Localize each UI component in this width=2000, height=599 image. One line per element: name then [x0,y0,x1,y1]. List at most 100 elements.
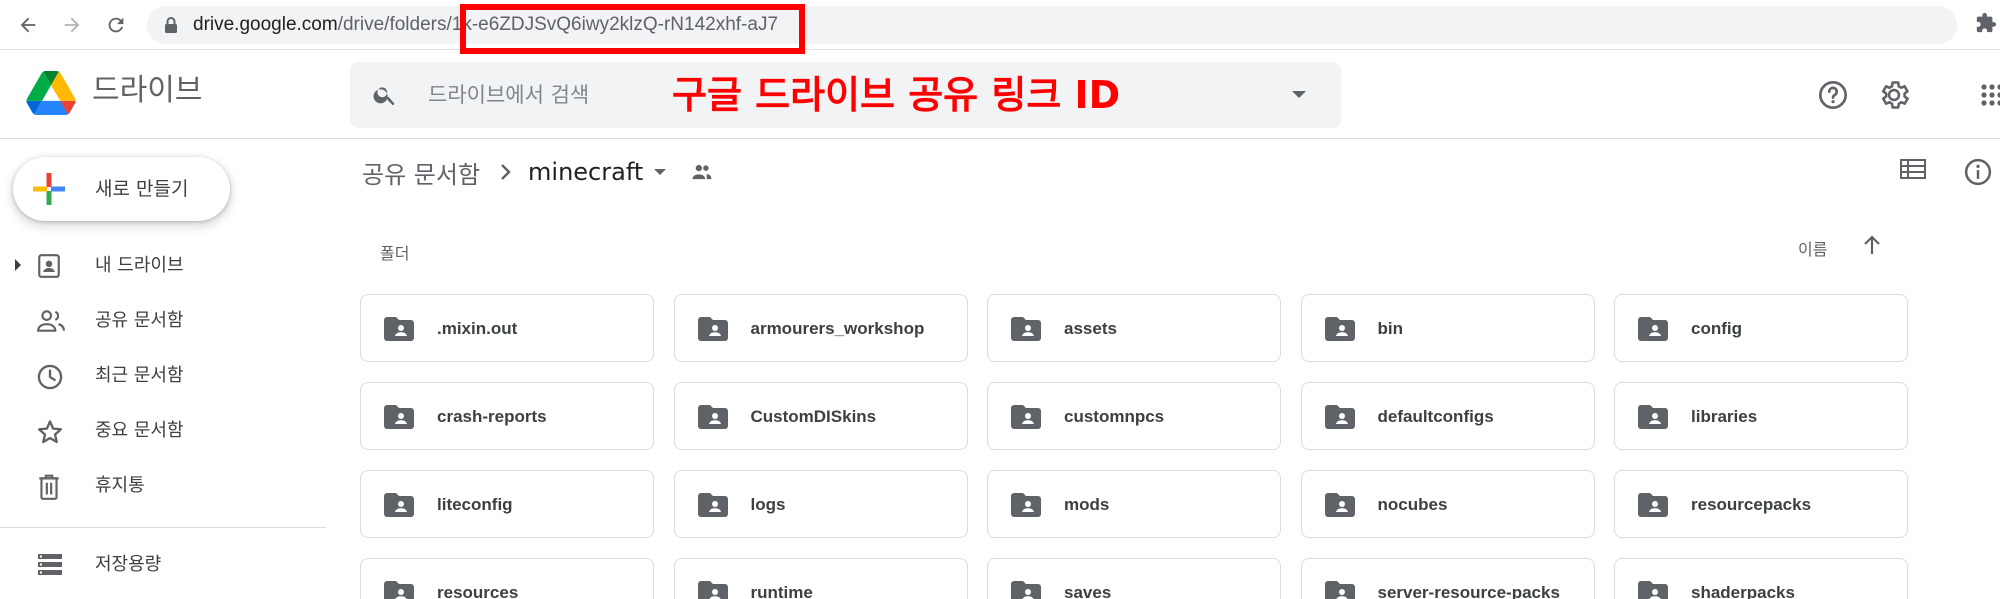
plus-icon [33,173,65,205]
sidebar-item-label: 휴지통 [95,475,145,496]
shared-folder-people-icon[interactable] [691,163,713,181]
folder-name: mods [1064,495,1110,514]
shared-folder-icon [1638,493,1668,517]
folder-card[interactable]: defaultconfigs [1300,382,1595,450]
sidebar-item-label: 최근 문서함 [95,365,184,386]
sidebar-item-shared-with-me[interactable]: 공유 문서함 [0,297,326,345]
star-icon [37,420,63,444]
shared-folder-icon [384,317,414,341]
shared-folder-icon [1638,405,1668,429]
shared-folder-icon [1324,405,1355,429]
drive-logo-icon [26,71,76,115]
list-view-icon [1900,159,1926,179]
settings-button[interactable] [1877,78,1911,116]
list-view-button[interactable] [1899,157,1927,185]
url-host: drive.google.com [193,14,338,35]
shared-folder-icon [1324,581,1355,599]
sidebar-item-trash[interactable]: 휴지통 [0,462,326,510]
sort-direction-button[interactable] [1862,234,1882,260]
back-button[interactable] [14,11,42,39]
sidebar-item-label: 저장용량 [95,554,162,575]
shared-folder-icon [1011,405,1041,429]
sidebar-item-starred[interactable]: 중요 문서함 [0,407,326,455]
lock-icon [165,17,177,33]
sidebar-item-recent[interactable]: 최근 문서함 [0,352,326,400]
breadcrumb-root[interactable]: 공유 문서함 [362,155,480,190]
sidebar-item-storage[interactable]: 저장용량 [0,541,326,589]
extensions-button[interactable] [1975,12,1997,38]
help-icon [1819,81,1847,109]
section-label-folders: 폴더 [380,244,410,263]
new-button[interactable]: 새로 만들기 [13,157,230,221]
forward-button[interactable] [58,11,86,39]
reload-button[interactable] [102,11,130,39]
shared-folder-icon [384,581,414,599]
trash-icon [39,474,59,500]
folder-card[interactable]: nocubes [1300,470,1595,538]
sidebar-item-my-drive[interactable]: 내 드라이브 [0,242,326,290]
shared-folder-icon [384,493,414,517]
sidebar-item-label: 중요 문서함 [95,420,184,441]
details-button[interactable] [1963,157,1993,191]
folder-name: runtime [750,583,813,599]
folder-name: bin [1377,319,1404,338]
folder-card[interactable]: mods [987,470,1281,538]
folder-card[interactable]: config [1614,294,1908,362]
shared-folder-icon [1638,317,1668,341]
folder-card[interactable]: resources [360,558,654,599]
breadcrumb: 공유 문서함 minecraft [362,150,713,194]
folder-card[interactable]: CustomDISkins [673,382,968,450]
folder-card[interactable]: logs [673,470,968,538]
folder-card[interactable]: shaderpacks [1614,558,1908,599]
folder-card[interactable]: customnpcs [987,382,1281,450]
search-options-dropdown-icon[interactable] [1290,90,1308,100]
puzzle-icon [1976,12,1997,33]
info-icon [1964,158,1992,186]
folder-card[interactable]: crash-reports [360,382,654,450]
folder-name: defaultconfigs [1377,407,1494,426]
shared-folder-icon [1011,493,1041,517]
folder-card[interactable]: liteconfig [360,470,654,538]
breadcrumb-current[interactable]: minecraft [528,158,643,186]
folder-card[interactable]: libraries [1614,382,1908,450]
folder-name: logs [750,495,786,514]
arrow-up-icon [1864,235,1880,254]
folder-name: nocubes [1377,495,1448,514]
search-icon[interactable] [372,82,398,108]
address-bar[interactable]: drive.google.com/drive/folders/1k-e6ZDJS… [147,6,1957,44]
google-apps-button[interactable] [1980,83,2000,111]
folder-card[interactable]: saves [987,558,1281,599]
google-drive-logo[interactable] [26,71,76,119]
reload-icon [108,17,124,33]
forward-arrow-icon [64,17,80,33]
shared-folder-icon [1638,581,1668,599]
shared-folder-icon [1011,317,1041,341]
help-button[interactable] [1817,79,1849,115]
shared-folder-icon [697,405,728,429]
folder-menu-dropdown-icon[interactable] [653,168,667,176]
shared-people-icon [37,310,65,332]
sidebar-item-label: 공유 문서함 [95,310,184,331]
shared-folder-icon [697,581,728,599]
folder-name: resourcepacks [1691,495,1812,514]
folder-card[interactable]: runtime [673,558,968,599]
folder-card[interactable]: assets [987,294,1281,362]
folder-card[interactable]: resourcepacks [1614,470,1908,538]
shared-folder-icon [1324,317,1355,341]
browser-toolbar: drive.google.com/drive/folders/1k-e6ZDJS… [0,0,2000,54]
folder-card[interactable]: bin [1300,294,1595,362]
shared-folder-icon [1011,581,1041,599]
folder-name: crash-reports [437,407,547,426]
expand-caret-icon[interactable] [14,259,22,271]
sort-by-name-label[interactable]: 이름 [1798,236,1827,260]
folder-name: armourers_workshop [750,319,925,338]
folder-name: liteconfig [437,495,513,514]
folder-card[interactable]: .mixin.out [360,294,654,362]
folder-card[interactable]: armourers_workshop [673,294,968,362]
shared-folder-icon [697,493,728,517]
search-input[interactable]: 드라이브에서 검색 [428,62,589,128]
my-drive-icon [38,254,60,278]
folder-name: CustomDISkins [750,407,877,426]
folder-card[interactable]: server-resource-packs [1300,558,1595,599]
back-arrow-icon [20,17,36,33]
